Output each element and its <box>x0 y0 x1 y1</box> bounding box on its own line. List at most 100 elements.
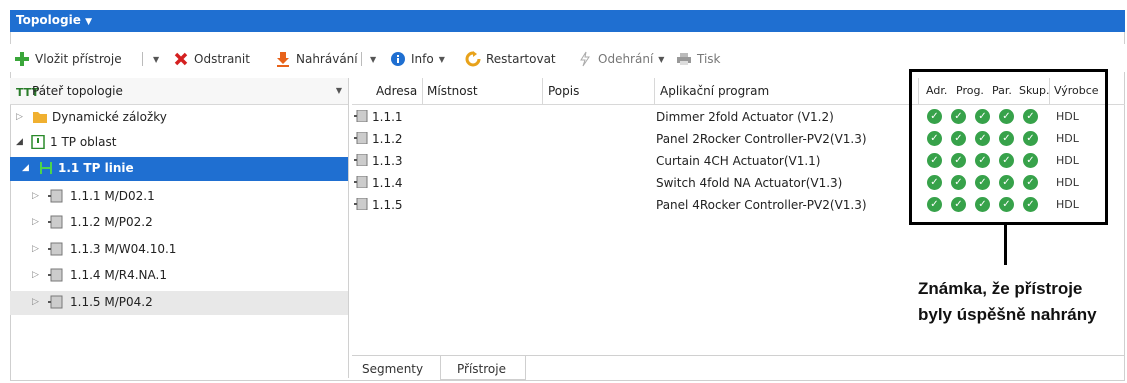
unload-button[interactable]: Odehrání ▼ <box>577 50 664 68</box>
row-application: Dimmer 2fold Actuator (V1.2) <box>656 110 834 124</box>
column-divider[interactable] <box>542 78 543 104</box>
row-address: 1.1.2 <box>372 132 403 146</box>
lightning-icon <box>580 51 590 67</box>
column-divider[interactable] <box>1049 78 1050 104</box>
upload-button[interactable]: Nahrávání <box>275 50 358 68</box>
column-header-address[interactable]: Adresa <box>376 84 417 98</box>
column-header-group[interactable]: Skup. <box>1019 84 1049 97</box>
check-circle-icon: ✓ <box>999 175 1014 190</box>
check-circle-icon: ✓ <box>1023 175 1038 190</box>
tree-item-label: 1.1 TP linie <box>58 161 134 175</box>
tree-item-device[interactable]: ▷ 1.1.5 M/P04.2 <box>10 291 348 315</box>
check-circle-icon: ✓ <box>951 197 966 212</box>
table-row[interactable]: 1.1.4 Switch 4fold NA Actuator(V1.3) ✓ ✓… <box>352 172 1125 194</box>
print-button[interactable]: Tisk <box>676 50 721 68</box>
check-circle-icon: ✓ <box>1023 197 1038 212</box>
chevron-down-icon: ▼ <box>658 54 665 64</box>
tree-item-label: Dynamické záložky <box>52 110 167 124</box>
expand-arrow-icon[interactable]: ▷ <box>32 297 39 307</box>
unload-label: Odehrání <box>598 52 654 66</box>
tree-item-label: 1 TP oblast <box>50 135 117 149</box>
device-icon <box>354 154 368 166</box>
row-application: Switch 4fold NA Actuator(V1.3) <box>656 176 843 190</box>
insert-devices-button[interactable]: Vložit přístroje <box>14 50 122 68</box>
expand-arrow-icon[interactable]: ▷ <box>16 112 23 122</box>
device-icon <box>354 176 368 188</box>
column-divider[interactable] <box>422 78 423 104</box>
tab-segments[interactable]: Segmenty <box>362 356 432 380</box>
annotation-text: Známka, že přístroje byly úspěšně nahrán… <box>918 276 1123 328</box>
info-label: Info <box>411 52 434 66</box>
collapse-arrow-icon[interactable]: ◢ <box>16 137 23 147</box>
info-icon <box>391 52 405 66</box>
table-row[interactable]: 1.1.3 Curtain 4CH Actuator(V1.1) ✓ ✓ ✓ ✓… <box>352 150 1125 172</box>
tree-item-dynamic-folders[interactable]: ▷ Dynamické záložky <box>10 106 348 130</box>
check-circle-icon: ✓ <box>975 109 990 124</box>
chevron-down-icon: ▼ <box>370 54 377 64</box>
check-circle-icon: ✓ <box>927 153 942 168</box>
restart-button[interactable]: Restartovat <box>465 50 556 68</box>
info-button[interactable]: Info ▼ <box>390 50 445 68</box>
download-arrow-icon <box>277 52 289 67</box>
expand-arrow-icon[interactable]: ▷ <box>32 191 39 201</box>
table-row[interactable]: 1.1.5 Panel 4Rocker Controller-PV2(V1.3)… <box>352 194 1125 216</box>
device-icon <box>354 132 368 144</box>
column-header-room[interactable]: Místnost <box>427 84 478 98</box>
collapse-arrow-icon[interactable]: ◢ <box>22 163 29 173</box>
printer-icon <box>677 53 691 65</box>
restart-icon <box>465 51 481 67</box>
toolbar-separator <box>142 52 143 66</box>
row-application: Panel 4Rocker Controller-PV2(V1.3) <box>656 198 867 212</box>
column-header-application[interactable]: Aplikační program <box>660 84 769 98</box>
tree-item-device[interactable]: ▷ 1.1.3 M/W04.10.1 <box>10 238 348 262</box>
panel-title-text: Topologie <box>16 13 81 27</box>
device-icon <box>354 198 368 210</box>
annotation-pointer-line <box>1004 225 1007 265</box>
table-row[interactable]: 1.1.1 Dimmer 2fold Actuator (V1.2) ✓ ✓ ✓… <box>352 106 1125 128</box>
tree-item-label: 1.1.4 M/R4.NA.1 <box>70 268 167 282</box>
row-manufacturer: HDL <box>1056 132 1079 145</box>
tree-header[interactable]: TTT Páteř topologie ▼ <box>10 78 348 105</box>
column-divider[interactable] <box>654 78 655 104</box>
row-manufacturer: HDL <box>1056 110 1079 123</box>
check-circle-icon: ✓ <box>951 175 966 190</box>
table-row[interactable]: 1.1.2 Panel 2Rocker Controller-PV2(V1.3)… <box>352 128 1125 150</box>
tree-item-device[interactable]: ▷ 1.1.4 M/R4.NA.1 <box>10 264 348 288</box>
column-header-manufacturer[interactable]: Výrobce <box>1054 84 1099 97</box>
tab-devices[interactable]: Přístroje <box>440 356 526 380</box>
insert-devices-label: Vložit přístroje <box>35 52 122 66</box>
check-circle-icon: ✓ <box>927 175 942 190</box>
device-icon <box>48 295 63 309</box>
plus-icon <box>15 52 29 66</box>
check-circle-icon: ✓ <box>999 153 1014 168</box>
remove-button[interactable]: Odstranit <box>173 50 250 68</box>
check-circle-icon: ✓ <box>975 197 990 212</box>
upload-dropdown-button[interactable]: ▼ <box>365 50 376 68</box>
row-application: Curtain 4CH Actuator(V1.1) <box>656 154 821 168</box>
check-circle-icon: ✓ <box>999 131 1014 146</box>
column-header-par[interactable]: Par. <box>992 84 1012 97</box>
check-circle-icon: ✓ <box>1023 109 1038 124</box>
tree-item-tp-line[interactable]: ◢ 1.1 TP linie <box>10 157 348 181</box>
check-circle-icon: ✓ <box>975 131 990 146</box>
column-header-prog[interactable]: Prog. <box>956 84 984 97</box>
panel-title-bar[interactable]: Topologie ▼ <box>10 10 1125 32</box>
tree-item-tp-area[interactable]: ◢ 1 TP oblast <box>10 131 348 155</box>
expand-arrow-icon[interactable]: ▷ <box>32 217 39 227</box>
device-icon <box>354 110 368 122</box>
column-header-adr[interactable]: Adr. <box>926 84 947 97</box>
column-header-description[interactable]: Popis <box>548 84 579 98</box>
tree-item-device[interactable]: ▷ 1.1.2 M/P02.2 <box>10 211 348 235</box>
folder-icon <box>33 112 47 123</box>
chevron-down-icon: ▼ <box>85 17 92 27</box>
tree-item-device[interactable]: ▷ 1.1.1 M/D02.1 <box>10 185 348 209</box>
insert-dropdown-button[interactable]: ▼ <box>148 50 159 68</box>
tree-item-label: 1.1.2 M/P02.2 <box>70 215 153 229</box>
chevron-down-icon: ▼ <box>335 86 342 95</box>
column-divider[interactable] <box>918 78 919 104</box>
row-manufacturer: HDL <box>1056 198 1079 211</box>
panel-title[interactable]: Topologie ▼ <box>16 13 92 27</box>
expand-arrow-icon[interactable]: ▷ <box>32 244 39 254</box>
expand-arrow-icon[interactable]: ▷ <box>32 270 39 280</box>
annotation-line2: byly úspěšně nahrány <box>918 305 1097 324</box>
